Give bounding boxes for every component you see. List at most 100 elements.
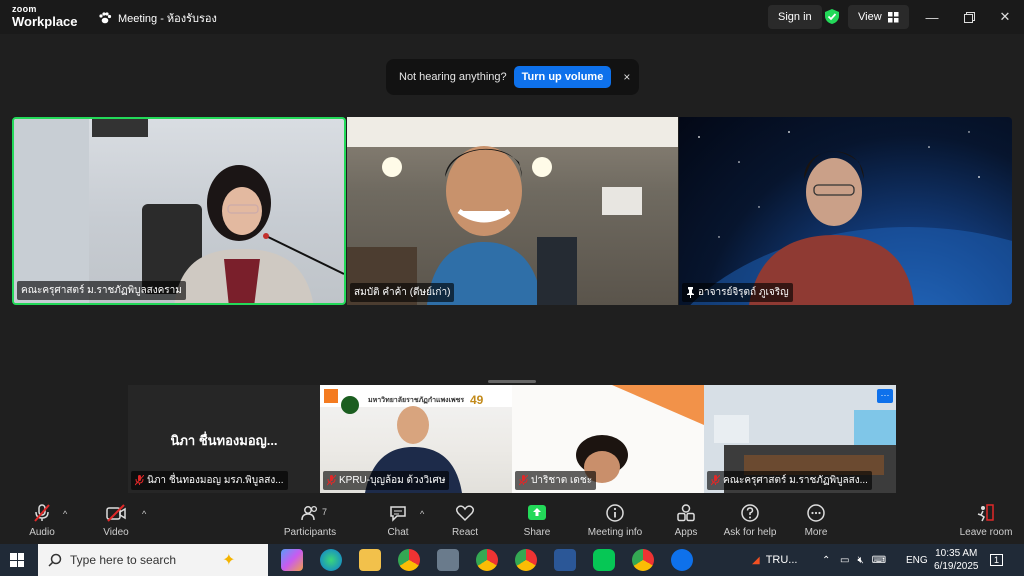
sign-in-button[interactable]: Sign in [768, 5, 822, 29]
leave-room-icon [977, 504, 994, 522]
video-tile-5[interactable]: มหาวิทยาลัยราชภัฏกำแพงเพชร 49 KPRU-บุญล้… [320, 385, 512, 493]
minimize-icon[interactable]: — [923, 8, 941, 26]
video-tile-6[interactable]: ปาริชาต เดชะ [512, 385, 704, 493]
chrome-profile-3-icon[interactable] [632, 549, 654, 571]
system-tray: ▭ 🔇︎ ⌨ [840, 544, 886, 576]
ask-for-help-button[interactable]: Ask for help [715, 503, 785, 538]
muted-mic-icon [519, 475, 528, 486]
notification-count: 1 [990, 554, 1004, 566]
video-tile-2[interactable]: สมบัติ คำค้า (ดีษย์เก่า) [347, 117, 678, 305]
app-icon[interactable] [437, 549, 459, 571]
muted-mic-icon [711, 475, 720, 486]
tru-app[interactable]: ◢ TRU... [752, 544, 797, 576]
participants-count: 7 [322, 507, 328, 517]
chrome-icon[interactable] [398, 549, 420, 571]
chat-button[interactable]: Chat [368, 503, 428, 538]
copilot-icon[interactable] [281, 549, 303, 571]
audio-label: Audio [29, 527, 55, 538]
muted-mic-icon [327, 475, 336, 486]
search-icon [48, 553, 62, 567]
keyboard-icon[interactable]: ⌨ [872, 555, 886, 566]
edge-icon[interactable] [320, 549, 342, 571]
tile-more-icon[interactable]: ··· [877, 389, 893, 403]
chrome-profile-2-icon[interactable] [515, 549, 537, 571]
participant-video-2 [347, 117, 678, 305]
participant-name-3: อาจารย์จิรุตถ์ ภูเจริญ [682, 283, 793, 302]
taskbar-search[interactable]: Type here to search ✦ [38, 544, 268, 576]
participants-label: Participants [283, 527, 337, 538]
video-tile-1[interactable]: คณะครุศาสตร์ ม.ราชภัฏพิบูลสงคราม [12, 117, 346, 305]
zoom-taskbar-icon[interactable] [671, 549, 693, 571]
search-placeholder: Type here to search [70, 553, 177, 567]
tru-icon: ◢ [752, 554, 760, 566]
apps-label: Apps [674, 527, 698, 538]
video-tile-3[interactable]: อาจารย์จิรุตถ์ ภูเจริญ [679, 117, 1012, 305]
chat-icon [390, 506, 406, 522]
participant-name-7: คณะครุศาสตร์ ม.ราชภัฏพิบูลสง... [707, 471, 872, 490]
logo-workplace-text: Workplace [12, 14, 78, 29]
view-button[interactable]: View [848, 5, 909, 29]
language-indicator[interactable]: ENG [906, 544, 928, 576]
restore-icon[interactable] [960, 8, 978, 26]
help-icon [741, 504, 759, 522]
notice-close-icon[interactable]: × [623, 70, 630, 84]
meeting-title: Meeting - ห้องรับรอง [98, 9, 217, 27]
react-label: React [451, 527, 479, 538]
info-icon [606, 504, 624, 522]
more-button[interactable]: More [786, 503, 846, 538]
encryption-shield-icon[interactable] [824, 8, 840, 25]
video-off-icon [106, 504, 126, 522]
share-screen-icon [528, 505, 546, 520]
mic-muted-icon [34, 504, 50, 522]
participant-placeholder-name-4: นิภา ชื่นทองมอญ... [170, 433, 278, 448]
video-button[interactable]: Video [86, 503, 146, 538]
taskbar-clock[interactable]: 10:35 AM 6/19/2025 [934, 547, 979, 573]
leave-room-label: Leave room [959, 527, 1013, 538]
chrome-profile-icon[interactable] [476, 549, 498, 571]
meeting-title-text: Meeting - ห้องรับรอง [118, 13, 217, 25]
resize-handle[interactable] [488, 380, 536, 383]
audio-options-caret-icon[interactable]: ^ [63, 509, 67, 519]
apps-icon [677, 504, 695, 522]
video-tile-7[interactable]: ··· คณะครุศาสตร์ ม.ราชภัฏพิบูลสง... [704, 385, 896, 493]
heart-icon [455, 505, 475, 522]
share-label: Share [523, 527, 551, 538]
windows-start-icon[interactable] [10, 553, 24, 567]
notification-center-icon[interactable]: 1 [990, 544, 1004, 576]
meeting-info-button[interactable]: Meeting info [580, 503, 650, 538]
paw-icon [99, 12, 112, 24]
participant-video-3 [690, 131, 1012, 305]
apps-button[interactable]: Apps [656, 503, 716, 538]
sparkle-icon: ✦ [222, 552, 236, 569]
participants-icon [301, 505, 318, 521]
chat-options-caret-icon[interactable]: ^ [420, 509, 424, 519]
battery-icon[interactable]: ▭ [840, 555, 849, 566]
line-icon[interactable] [593, 549, 615, 571]
share-button[interactable]: Share [507, 503, 567, 538]
word-icon[interactable] [554, 549, 576, 571]
banner-text: มหาวิทยาลัยราชภัฏกำแพงเพชร [368, 397, 465, 404]
leave-room-button[interactable]: Leave room [956, 503, 1016, 538]
pin-icon [687, 287, 694, 298]
audio-notice: Not hearing anything? Turn up volume × [386, 59, 639, 95]
windows-taskbar: Type here to search ✦ ◢ TRU... ⌃ ▭ 🔇︎ ⌨ … [0, 544, 1024, 576]
clock-time: 10:35 AM [935, 548, 978, 559]
video-label: Video [103, 527, 129, 538]
volume-muted-icon[interactable]: 🔇︎ [857, 555, 863, 566]
notice-message: Not hearing anything? [399, 71, 507, 83]
participant-name-4: นิภา ชื่นทองมอญ มรภ.พิบูลสง... [131, 471, 288, 490]
participants-button[interactable]: Participants [280, 503, 340, 538]
title-bar: zoom Workplace Meeting - ห้องรับรอง Sign… [0, 0, 1024, 34]
participant-video-1 [14, 119, 344, 303]
turn-up-volume-button[interactable]: Turn up volume [513, 66, 612, 88]
participant-name-2: สมบัติ คำค้า (ดีษย์เก่า) [350, 283, 455, 302]
show-hidden-icons-icon[interactable]: ⌃ [822, 544, 830, 576]
video-options-caret-icon[interactable]: ^ [142, 509, 146, 519]
video-tile-4[interactable]: นิภา ชื่นทองมอญ... นิภา ชื่นทองมอญ มรภ.พ… [128, 385, 320, 493]
tru-label: TRU... [765, 554, 798, 566]
ask-for-help-label: Ask for help [723, 527, 777, 538]
file-explorer-icon[interactable] [359, 549, 381, 571]
react-button[interactable]: React [435, 503, 495, 538]
close-icon[interactable]: ✕ [996, 8, 1014, 26]
participant-name-6: ปาริชาต เดชะ [515, 471, 597, 490]
